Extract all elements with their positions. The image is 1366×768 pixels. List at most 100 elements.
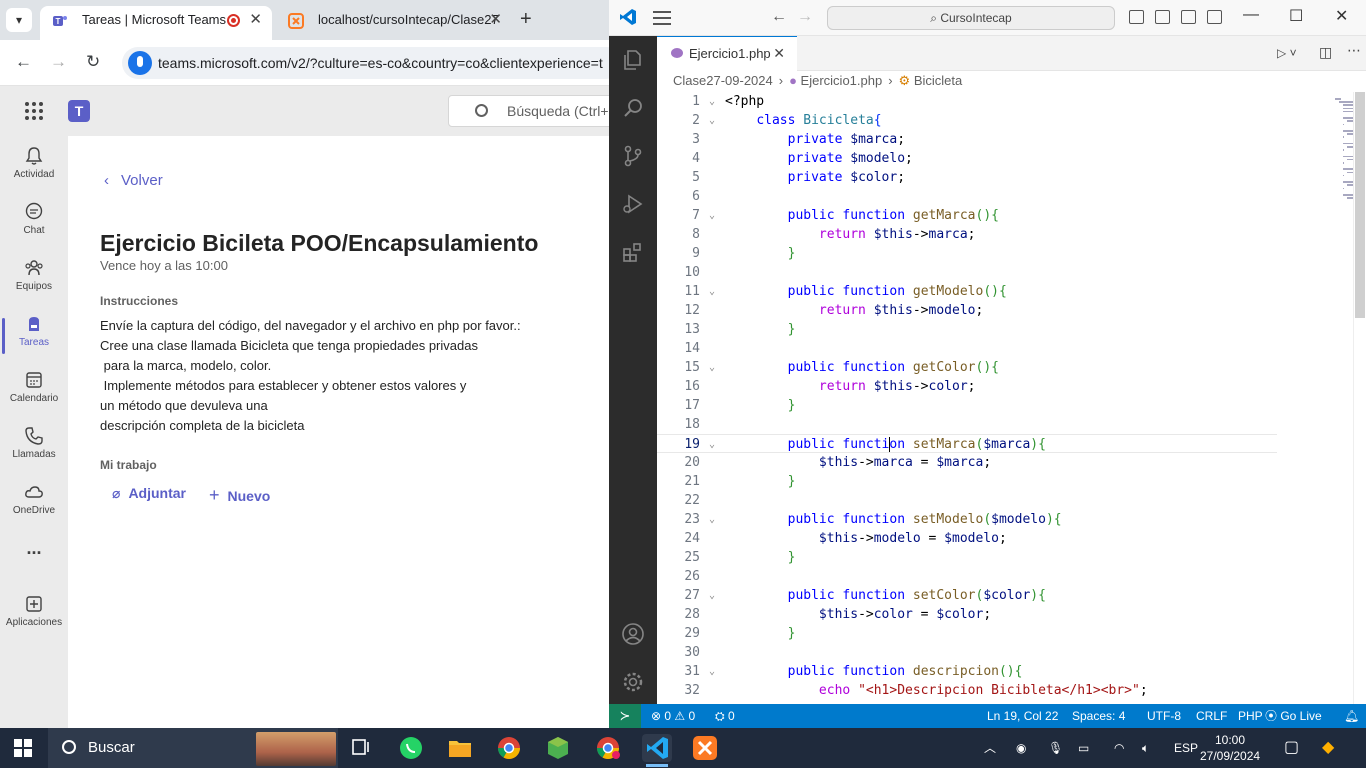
copilot-icon[interactable]: ◆ bbox=[1322, 728, 1334, 768]
wifi-icon[interactable]: ◠ bbox=[1114, 728, 1124, 768]
source-control-icon[interactable] bbox=[621, 144, 645, 168]
code-line[interactable]: 23 ⌄ public function setModelo($modelo){ bbox=[657, 510, 1277, 529]
search-highlight-image[interactable] bbox=[256, 732, 336, 766]
fold-chevron-icon[interactable]: ⌄ bbox=[709, 662, 719, 681]
rail-item-actividad[interactable]: Actividad bbox=[0, 142, 68, 192]
code-line[interactable]: 11 ⌄ public function getModelo(){ bbox=[657, 282, 1277, 301]
run-file-icon[interactable]: ▷ ˅ bbox=[1277, 46, 1297, 60]
code-line[interactable]: 19 ⌄ public function setMarca($marca){ bbox=[657, 434, 1277, 453]
new-tab-icon[interactable]: + bbox=[520, 8, 532, 31]
code-line[interactable]: 30 bbox=[657, 643, 1277, 662]
encoding[interactable]: UTF-8 bbox=[1147, 704, 1181, 728]
app-package-icon[interactable] bbox=[543, 734, 573, 762]
rail-item-onedrive[interactable]: OneDrive bbox=[0, 478, 68, 528]
run-debug-icon[interactable] bbox=[621, 192, 645, 216]
more-actions-icon[interactable]: ⋯ bbox=[1347, 42, 1361, 59]
rail-item-tareas[interactable]: Tareas bbox=[0, 310, 68, 360]
toggle-panel-icon[interactable] bbox=[1155, 10, 1170, 24]
code-line[interactable]: 4 private $modelo; bbox=[657, 149, 1277, 168]
breadcrumb-folder[interactable]: Clase27-09-2024 bbox=[673, 73, 773, 88]
rail-item-llamadas[interactable]: Llamadas bbox=[0, 422, 68, 472]
file-explorer-icon[interactable] bbox=[445, 734, 475, 762]
close-window-icon[interactable]: ✕ bbox=[1335, 6, 1348, 26]
editor-tab-ejercicio1[interactable]: Ejercicio1.php ✕ bbox=[657, 36, 797, 71]
input-language[interactable]: ESP bbox=[1174, 728, 1198, 768]
site-info-icon[interactable] bbox=[128, 51, 152, 75]
url-input[interactable]: teams.microsoft.com/v2/?culture=es-co&co… bbox=[122, 47, 622, 79]
rail-more-apps[interactable]: ... bbox=[0, 538, 68, 568]
cursor-position[interactable]: Ln 19, Col 22 bbox=[987, 704, 1058, 728]
back-arrow-icon[interactable]: ← bbox=[15, 52, 32, 72]
editor-scrollbar[interactable] bbox=[1353, 92, 1366, 704]
code-line[interactable]: 20 $this->marca = $marca; bbox=[657, 453, 1277, 472]
attach-button[interactable]: ⌀ Adjuntar bbox=[112, 485, 186, 502]
toggle-sidebar-icon[interactable] bbox=[1129, 10, 1144, 24]
search-icon[interactable] bbox=[621, 96, 645, 120]
new-button[interactable]: + Nuevo bbox=[209, 485, 270, 506]
fold-chevron-icon[interactable]: ⌄ bbox=[709, 206, 719, 225]
code-line[interactable]: 25 } bbox=[657, 548, 1277, 567]
code-line[interactable]: 28 $this->color = $color; bbox=[657, 605, 1277, 624]
explorer-icon[interactable] bbox=[621, 48, 645, 72]
windows-start-icon[interactable] bbox=[14, 739, 32, 757]
rail-item-chat[interactable]: Chat bbox=[0, 198, 68, 248]
go-forward-icon[interactable]: → bbox=[797, 8, 813, 26]
toggle-secondary-sidebar-icon[interactable] bbox=[1181, 10, 1196, 24]
chrome-profile-icon[interactable] bbox=[593, 734, 623, 762]
fold-chevron-icon[interactable]: ⌄ bbox=[709, 92, 719, 111]
indentation[interactable]: Spaces: 4 bbox=[1072, 704, 1125, 728]
code-line[interactable]: 17 } bbox=[657, 396, 1277, 415]
forward-arrow-icon[interactable]: → bbox=[50, 52, 67, 72]
code-line[interactable]: 5 private $color; bbox=[657, 168, 1277, 187]
language-mode[interactable]: PHP bbox=[1238, 704, 1263, 728]
notification-center-icon[interactable]: ▢ bbox=[1284, 728, 1299, 768]
breadcrumb-file[interactable]: Ejercicio1.php bbox=[801, 73, 883, 88]
microphone-icon[interactable]: 🎙︎ bbox=[1048, 728, 1063, 768]
code-line[interactable]: 27 ⌄ public function setColor($color){ bbox=[657, 586, 1277, 605]
menu-icon[interactable] bbox=[653, 11, 671, 25]
code-editor[interactable]: 1 ⌄ <?php 2 ⌄ class Bicicleta{3 private $mar… bbox=[657, 92, 1366, 704]
scrollbar-thumb[interactable] bbox=[1355, 92, 1365, 318]
command-center[interactable]: ⌕ CursoIntecap bbox=[827, 6, 1115, 30]
code-line[interactable]: 12 return $this->modelo; bbox=[657, 301, 1277, 320]
remote-indicator-icon[interactable]: ≻ bbox=[609, 704, 641, 728]
code-line[interactable]: 10 bbox=[657, 263, 1277, 282]
code-line[interactable]: 2 ⌄ class Bicicleta{ bbox=[657, 111, 1277, 130]
code-line[interactable]: 1 ⌄ <?php bbox=[657, 92, 1277, 111]
code-line[interactable]: 3 private $marca; bbox=[657, 130, 1277, 149]
back-link[interactable]: ‹ Volver bbox=[104, 172, 163, 189]
end-of-line[interactable]: CRLF bbox=[1196, 704, 1227, 728]
rail-item-aplicaciones[interactable]: Aplicaciones bbox=[0, 590, 68, 640]
teams-search-input[interactable]: Búsqueda (Ctrl+ bbox=[448, 95, 618, 127]
extensions-icon[interactable] bbox=[621, 240, 645, 264]
code-line[interactable]: 13 } bbox=[657, 320, 1277, 339]
maximize-icon[interactable]: ☐ bbox=[1289, 6, 1303, 26]
minimize-icon[interactable]: — bbox=[1243, 6, 1259, 24]
reload-icon[interactable]: ↻ bbox=[86, 52, 100, 72]
rail-item-equipos[interactable]: Equipos bbox=[0, 254, 68, 304]
camera-icon[interactable]: ◉ bbox=[1016, 728, 1026, 768]
fold-chevron-icon[interactable]: ⌄ bbox=[709, 586, 719, 605]
go-live-button[interactable]: ⦿ Go Live bbox=[1265, 704, 1322, 728]
customize-layout-icon[interactable] bbox=[1207, 10, 1222, 24]
tab-search-dropdown[interactable]: ▾ bbox=[6, 8, 32, 32]
code-line[interactable]: 31 ⌄ public function descripcion(){ bbox=[657, 662, 1277, 681]
fold-chevron-icon[interactable]: ⌄ bbox=[709, 435, 719, 454]
code-line[interactable]: 8 return $this->marca; bbox=[657, 225, 1277, 244]
browser-tab-localhost[interactable]: localhost/cursoIntecap/Clase27 ✕ bbox=[276, 6, 512, 40]
code-line[interactable]: 32 echo "<h1>Descripcion Bicibleta</h1><… bbox=[657, 681, 1277, 700]
go-back-icon[interactable]: ← bbox=[771, 8, 787, 26]
browser-tab-teams[interactable]: T Tareas | Microsoft Teams ✕ bbox=[40, 6, 272, 40]
problems-indicator[interactable]: ⊗ 0 ⚠ 0 bbox=[651, 704, 695, 728]
battery-icon[interactable]: ▭ bbox=[1078, 728, 1089, 768]
code-line[interactable]: 18 bbox=[657, 415, 1277, 434]
code-line[interactable]: 14 bbox=[657, 339, 1277, 358]
breadcrumb-symbol[interactable]: Bicicleta bbox=[914, 73, 962, 88]
code-line[interactable]: 6 bbox=[657, 187, 1277, 206]
rail-item-calendario[interactable]: Calendario bbox=[0, 366, 68, 416]
code-line[interactable]: 21 } bbox=[657, 472, 1277, 491]
code-line[interactable]: 15 ⌄ public function getColor(){ bbox=[657, 358, 1277, 377]
fold-chevron-icon[interactable]: ⌄ bbox=[709, 358, 719, 377]
code-line[interactable]: 16 return $this->color; bbox=[657, 377, 1277, 396]
code-line[interactable]: 22 bbox=[657, 491, 1277, 510]
